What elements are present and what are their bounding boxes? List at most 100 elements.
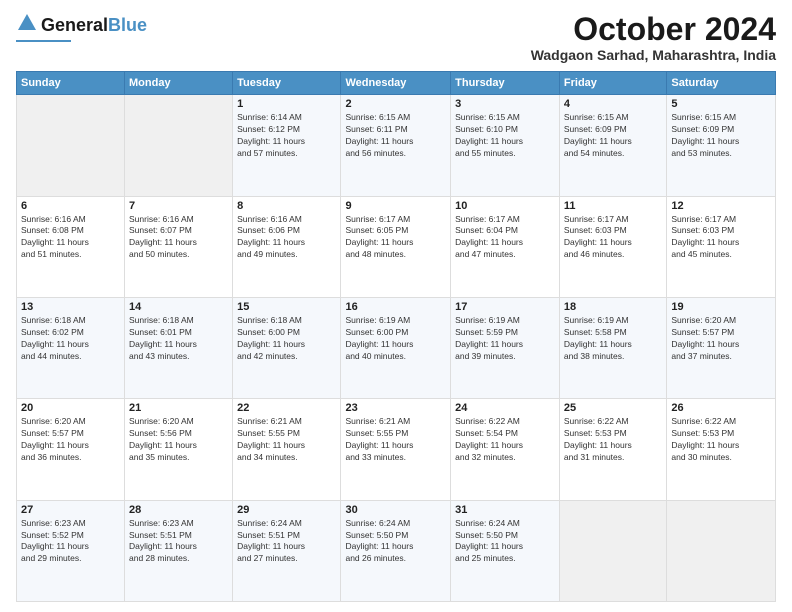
day-info: Sunrise: 6:19 AM Sunset: 6:00 PM Dayligh… <box>345 315 446 363</box>
day-number: 19 <box>671 301 771 313</box>
calendar-cell: 29 Sunrise: 6:24 AM Sunset: 5:51 PM Dayli… <box>233 500 341 601</box>
weekday-header-friday: Friday <box>559 72 666 95</box>
day-info: Sunrise: 6:18 AM Sunset: 6:00 PM Dayligh… <box>237 315 336 363</box>
title-area: October 2024 Wadgaon Sarhad, Maharashtra… <box>531 12 776 63</box>
day-info: Sunrise: 6:16 AM Sunset: 6:06 PM Dayligh… <box>237 214 336 262</box>
day-info: Sunrise: 6:22 AM Sunset: 5:54 PM Dayligh… <box>455 416 555 464</box>
day-info: Sunrise: 6:21 AM Sunset: 5:55 PM Dayligh… <box>237 416 336 464</box>
calendar-table: SundayMondayTuesdayWednesdayThursdayFrid… <box>16 71 776 602</box>
calendar-cell: 20 Sunrise: 6:20 AM Sunset: 5:57 PM Dayli… <box>17 399 125 500</box>
calendar-week-row: 13Sunrise: 6:18 AM Sunset: 6:02 PM Dayli… <box>17 297 776 398</box>
day-number: 21 <box>129 402 228 414</box>
day-info: Sunrise: 6:20 AM Sunset: 5:56 PM Dayligh… <box>129 416 228 464</box>
day-info: Sunrise: 6:17 AM Sunset: 6:03 PM Dayligh… <box>671 214 771 262</box>
calendar-cell: 11 Sunrise: 6:17 AM Sunset: 6:03 PM Dayli… <box>559 196 666 297</box>
day-info: Sunrise: 6:20 AM Sunset: 5:57 PM Dayligh… <box>671 315 771 363</box>
calendar-cell: 7 Sunrise: 6:16 AM Sunset: 6:07 PM Daylig… <box>125 196 233 297</box>
day-info: Sunrise: 6:18 AM Sunset: 6:02 PM Dayligh… <box>21 315 120 363</box>
day-info: Sunrise: 6:15 AM Sunset: 6:10 PM Dayligh… <box>455 112 555 160</box>
day-number: 4 <box>564 98 662 110</box>
day-number: 30 <box>345 504 446 516</box>
day-info: Sunrise: 6:18 AM Sunset: 6:01 PM Dayligh… <box>129 315 228 363</box>
calendar-cell: 30 Sunrise: 6:24 AM Sunset: 5:50 PM Dayli… <box>341 500 451 601</box>
calendar-cell: 3Sunrise: 6:15 AM Sunset: 6:10 PM Daylig… <box>451 95 560 196</box>
day-number: 7 <box>129 200 228 212</box>
calendar-cell <box>17 95 125 196</box>
weekday-header-tuesday: Tuesday <box>233 72 341 95</box>
day-info: Sunrise: 6:22 AM Sunset: 5:53 PM Dayligh… <box>671 416 771 464</box>
calendar-cell <box>667 500 776 601</box>
month-title: October 2024 <box>531 12 776 47</box>
logo: GeneralBlue <box>16 12 147 42</box>
day-info: Sunrise: 6:24 AM Sunset: 5:50 PM Dayligh… <box>455 518 555 566</box>
calendar-cell: 28 Sunrise: 6:23 AM Sunset: 5:51 PM Dayli… <box>125 500 233 601</box>
calendar-cell: 14 Sunrise: 6:18 AM Sunset: 6:01 PM Dayli… <box>125 297 233 398</box>
day-number: 28 <box>129 504 228 516</box>
calendar-cell: 5 Sunrise: 6:15 AM Sunset: 6:09 PM Daylig… <box>667 95 776 196</box>
calendar-cell: 26 Sunrise: 6:22 AM Sunset: 5:53 PM Dayli… <box>667 399 776 500</box>
day-number: 20 <box>21 402 120 414</box>
day-info: Sunrise: 6:16 AM Sunset: 6:08 PM Dayligh… <box>21 214 120 262</box>
calendar-cell: 27Sunrise: 6:23 AM Sunset: 5:52 PM Dayli… <box>17 500 125 601</box>
calendar-cell: 17 Sunrise: 6:19 AM Sunset: 5:59 PM Dayli… <box>451 297 560 398</box>
day-info: Sunrise: 6:23 AM Sunset: 5:51 PM Dayligh… <box>129 518 228 566</box>
day-info: Sunrise: 6:19 AM Sunset: 5:59 PM Dayligh… <box>455 315 555 363</box>
day-number: 12 <box>671 200 771 212</box>
day-number: 5 <box>671 98 771 110</box>
calendar-cell: 19 Sunrise: 6:20 AM Sunset: 5:57 PM Dayli… <box>667 297 776 398</box>
weekday-header-monday: Monday <box>125 72 233 95</box>
calendar-cell: 12 Sunrise: 6:17 AM Sunset: 6:03 PM Dayli… <box>667 196 776 297</box>
day-info: Sunrise: 6:15 AM Sunset: 6:09 PM Dayligh… <box>564 112 662 160</box>
calendar-cell: 31Sunrise: 6:24 AM Sunset: 5:50 PM Dayli… <box>451 500 560 601</box>
day-number: 17 <box>455 301 555 313</box>
day-info: Sunrise: 6:24 AM Sunset: 5:50 PM Dayligh… <box>345 518 446 566</box>
weekday-header-thursday: Thursday <box>451 72 560 95</box>
calendar-cell: 4 Sunrise: 6:15 AM Sunset: 6:09 PM Daylig… <box>559 95 666 196</box>
day-number: 10 <box>455 200 555 212</box>
header: GeneralBlue October 2024 Wadgaon Sarhad,… <box>16 12 776 63</box>
weekday-header-sunday: Sunday <box>17 72 125 95</box>
calendar-cell <box>559 500 666 601</box>
calendar-week-row: 27Sunrise: 6:23 AM Sunset: 5:52 PM Dayli… <box>17 500 776 601</box>
calendar-cell: 10 Sunrise: 6:17 AM Sunset: 6:04 PM Dayli… <box>451 196 560 297</box>
day-info: Sunrise: 6:22 AM Sunset: 5:53 PM Dayligh… <box>564 416 662 464</box>
day-number: 8 <box>237 200 336 212</box>
day-info: Sunrise: 6:16 AM Sunset: 6:07 PM Dayligh… <box>129 214 228 262</box>
logo-text: GeneralBlue <box>41 15 147 36</box>
calendar-cell: 16Sunrise: 6:19 AM Sunset: 6:00 PM Dayli… <box>341 297 451 398</box>
day-number: 9 <box>345 200 446 212</box>
calendar-week-row: 6 Sunrise: 6:16 AM Sunset: 6:08 PM Daylig… <box>17 196 776 297</box>
location: Wadgaon Sarhad, Maharashtra, India <box>531 47 776 63</box>
day-info: Sunrise: 6:19 AM Sunset: 5:58 PM Dayligh… <box>564 315 662 363</box>
day-number: 2 <box>345 98 446 110</box>
day-info: Sunrise: 6:14 AM Sunset: 6:12 PM Dayligh… <box>237 112 336 160</box>
weekday-row: SundayMondayTuesdayWednesdayThursdayFrid… <box>17 72 776 95</box>
calendar-cell: 6 Sunrise: 6:16 AM Sunset: 6:08 PM Daylig… <box>17 196 125 297</box>
day-info: Sunrise: 6:24 AM Sunset: 5:51 PM Dayligh… <box>237 518 336 566</box>
day-number: 1 <box>237 98 336 110</box>
calendar-cell: 9 Sunrise: 6:17 AM Sunset: 6:05 PM Daylig… <box>341 196 451 297</box>
day-number: 22 <box>237 402 336 414</box>
calendar-body: 1 Sunrise: 6:14 AM Sunset: 6:12 PM Daylig… <box>17 95 776 602</box>
calendar-cell: 23Sunrise: 6:21 AM Sunset: 5:55 PM Dayli… <box>341 399 451 500</box>
day-number: 24 <box>455 402 555 414</box>
day-info: Sunrise: 6:17 AM Sunset: 6:05 PM Dayligh… <box>345 214 446 262</box>
day-number: 29 <box>237 504 336 516</box>
day-number: 26 <box>671 402 771 414</box>
day-info: Sunrise: 6:20 AM Sunset: 5:57 PM Dayligh… <box>21 416 120 464</box>
calendar-cell: 13Sunrise: 6:18 AM Sunset: 6:02 PM Dayli… <box>17 297 125 398</box>
calendar-cell: 8 Sunrise: 6:16 AM Sunset: 6:06 PM Daylig… <box>233 196 341 297</box>
day-number: 27 <box>21 504 120 516</box>
calendar-week-row: 20 Sunrise: 6:20 AM Sunset: 5:57 PM Dayli… <box>17 399 776 500</box>
day-info: Sunrise: 6:17 AM Sunset: 6:03 PM Dayligh… <box>564 214 662 262</box>
day-info: Sunrise: 6:17 AM Sunset: 6:04 PM Dayligh… <box>455 214 555 262</box>
day-number: 15 <box>237 301 336 313</box>
day-number: 6 <box>21 200 120 212</box>
day-info: Sunrise: 6:21 AM Sunset: 5:55 PM Dayligh… <box>345 416 446 464</box>
day-number: 14 <box>129 301 228 313</box>
page: GeneralBlue October 2024 Wadgaon Sarhad,… <box>0 0 792 612</box>
day-info: Sunrise: 6:15 AM Sunset: 6:09 PM Dayligh… <box>671 112 771 160</box>
day-number: 11 <box>564 200 662 212</box>
calendar-cell <box>125 95 233 196</box>
calendar-cell: 2Sunrise: 6:15 AM Sunset: 6:11 PM Daylig… <box>341 95 451 196</box>
